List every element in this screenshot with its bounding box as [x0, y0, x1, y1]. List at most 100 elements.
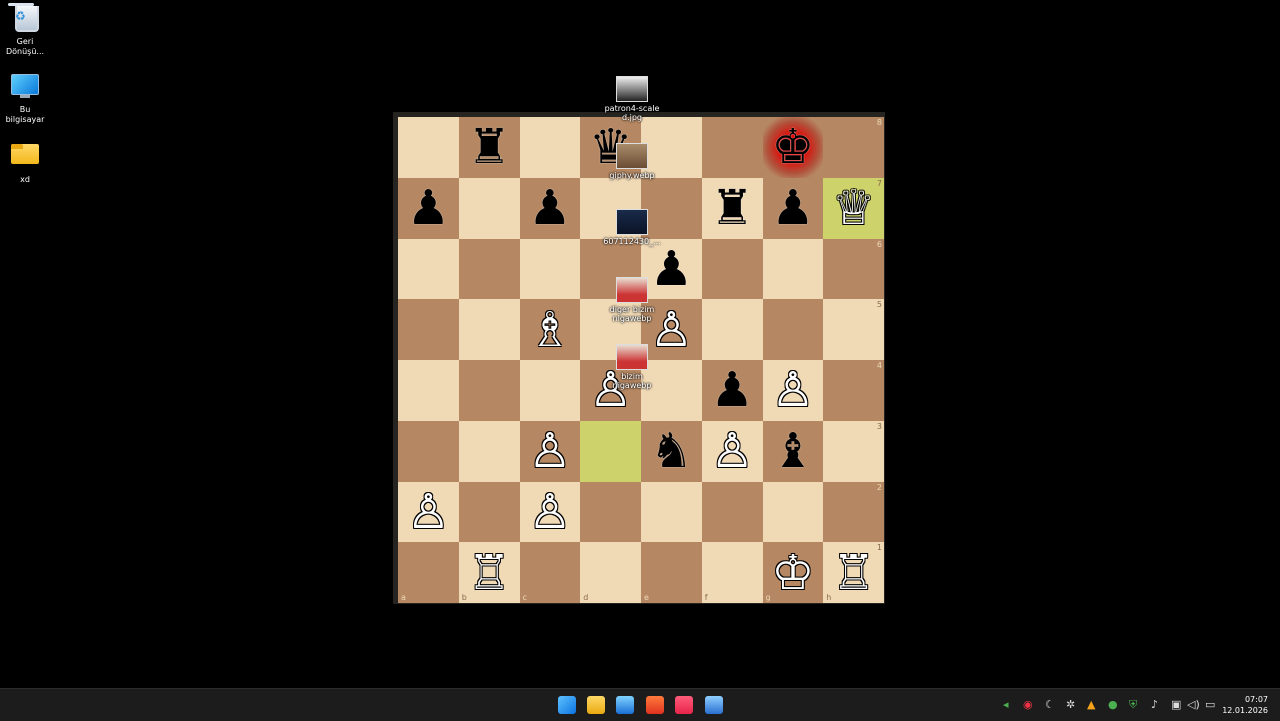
- white-piece-c5[interactable]: ♗: [528, 306, 571, 354]
- square-c8[interactable]: [519, 117, 581, 178]
- taskbar-clock[interactable]: 07:07 12.01.2026: [1222, 694, 1268, 716]
- app-icon[interactable]: [705, 696, 723, 714]
- black-piece-f4[interactable]: ♟: [711, 366, 754, 414]
- square-a3[interactable]: [398, 420, 459, 482]
- white-piece-c3[interactable]: ♙: [528, 427, 571, 475]
- black-piece-g8[interactable]: ♚: [771, 123, 814, 171]
- white-piece-f3[interactable]: ♙: [711, 427, 754, 475]
- square-f6[interactable]: [701, 238, 763, 300]
- square-b4[interactable]: [458, 360, 520, 421]
- desktop-icon-this-pc[interactable]: Bu bilgisayar: [0, 74, 50, 125]
- windows-start-icon[interactable]: [558, 696, 576, 714]
- square-c1[interactable]: c: [519, 542, 581, 603]
- volume-icon[interactable]: ◁): [1187, 698, 1200, 711]
- white-piece-g1[interactable]: ♔: [771, 549, 814, 597]
- square-e3[interactable]: ♞: [641, 420, 702, 482]
- file-icon-607112430[interactable]: 607112430_...: [602, 209, 662, 246]
- square-e1[interactable]: e: [641, 542, 702, 603]
- square-g7[interactable]: ♟: [762, 177, 824, 239]
- square-g5[interactable]: [762, 299, 824, 360]
- tray-nvidia-icon[interactable]: ◂: [1003, 698, 1009, 711]
- square-a7[interactable]: ♟: [398, 177, 459, 239]
- square-f5[interactable]: [701, 299, 763, 360]
- square-b5[interactable]: [458, 299, 520, 360]
- microphone-icon[interactable]: ♪: [1151, 698, 1158, 711]
- file-icon-patron[interactable]: patron4-scale d.jpg: [602, 76, 662, 122]
- square-a5[interactable]: [398, 299, 459, 360]
- square-a2[interactable]: ♙: [398, 481, 459, 543]
- square-e2[interactable]: [641, 481, 702, 543]
- black-piece-b8[interactable]: ♜: [468, 123, 511, 171]
- square-b6[interactable]: [458, 238, 520, 300]
- square-c3[interactable]: ♙: [519, 420, 581, 482]
- black-piece-f7[interactable]: ♜: [711, 184, 754, 232]
- black-piece-e3[interactable]: ♞: [650, 427, 693, 475]
- square-g3[interactable]: ♝: [762, 420, 824, 482]
- white-piece-h1[interactable]: ♖: [832, 549, 875, 597]
- square-g8[interactable]: ♚: [762, 117, 824, 178]
- tray-app-icon[interactable]: ◉: [1023, 698, 1033, 711]
- square-c5[interactable]: ♗: [519, 299, 581, 360]
- square-c6[interactable]: [519, 238, 581, 300]
- square-b8[interactable]: ♜: [458, 117, 520, 178]
- square-h5[interactable]: 5: [823, 299, 884, 360]
- square-h7[interactable]: 7 ♕: [823, 177, 884, 239]
- square-d3[interactable]: [580, 420, 641, 482]
- file-icon-bizim[interactable]: bizim nigawebp: [602, 344, 662, 390]
- rank-label: 3: [876, 421, 882, 431]
- square-c2[interactable]: ♙: [519, 481, 581, 543]
- square-g2[interactable]: [762, 481, 824, 543]
- square-g1[interactable]: g ♔: [762, 542, 824, 603]
- tray-app-icon[interactable]: ●: [1108, 698, 1118, 711]
- white-piece-b1[interactable]: ♖: [468, 549, 511, 597]
- file-icon-giphy[interactable]: giphy.webp: [602, 143, 662, 180]
- square-a4[interactable]: [398, 360, 459, 421]
- square-c4[interactable]: [519, 360, 581, 421]
- square-a1[interactable]: a: [398, 542, 459, 603]
- square-h6[interactable]: 6: [823, 238, 884, 300]
- square-h8[interactable]: 8: [823, 117, 884, 178]
- square-a6[interactable]: [398, 238, 459, 300]
- network-icon[interactable]: ▣: [1171, 698, 1181, 711]
- square-b7[interactable]: [458, 177, 520, 239]
- white-piece-h7[interactable]: ♕: [832, 184, 875, 232]
- square-b3[interactable]: [458, 420, 520, 482]
- white-piece-a2[interactable]: ♙: [407, 488, 450, 536]
- square-h3[interactable]: 3: [823, 420, 884, 482]
- desktop-icon-recycle-bin[interactable]: ♻ Geri Dönüşü...: [0, 6, 50, 57]
- square-f4[interactable]: ♟: [701, 360, 763, 421]
- square-h4[interactable]: 4: [823, 360, 884, 421]
- file-explorer-icon[interactable]: [587, 696, 605, 714]
- square-d2[interactable]: [580, 481, 641, 543]
- store-icon[interactable]: [616, 696, 634, 714]
- square-g6[interactable]: [762, 238, 824, 300]
- square-f7[interactable]: ♜: [701, 177, 763, 239]
- tray-security-icon[interactable]: ⛨: [1129, 698, 1137, 712]
- black-piece-g7[interactable]: ♟: [771, 184, 814, 232]
- square-h1[interactable]: 1 h ♖: [823, 542, 884, 603]
- square-d1[interactable]: d: [580, 542, 641, 603]
- tray-settings-icon[interactable]: ✲: [1066, 698, 1075, 711]
- square-f3[interactable]: ♙: [701, 420, 763, 482]
- black-piece-g3[interactable]: ♝: [771, 427, 814, 475]
- white-piece-g4[interactable]: ♙: [771, 366, 814, 414]
- square-g4[interactable]: ♙: [762, 360, 824, 421]
- battery-icon[interactable]: ▭: [1205, 698, 1215, 711]
- square-c7[interactable]: ♟: [519, 177, 581, 239]
- brave-browser-icon[interactable]: [646, 696, 664, 714]
- square-b2[interactable]: [458, 481, 520, 543]
- file-icon-diger-bizim[interactable]: diger bizim nigawebp: [602, 277, 662, 323]
- square-f8[interactable]: [701, 117, 763, 178]
- tray-app-icon[interactable]: ☾: [1045, 698, 1055, 711]
- square-a8[interactable]: [398, 117, 459, 178]
- music-app-icon[interactable]: [675, 696, 693, 714]
- black-piece-c7[interactable]: ♟: [528, 184, 571, 232]
- black-piece-a7[interactable]: ♟: [407, 184, 450, 232]
- white-piece-c2[interactable]: ♙: [528, 488, 571, 536]
- square-f2[interactable]: [701, 481, 763, 543]
- square-f1[interactable]: f: [701, 542, 763, 603]
- desktop-icon-folder-xd[interactable]: xd: [0, 140, 50, 185]
- tray-app-icon[interactable]: ▲: [1087, 698, 1095, 711]
- square-b1[interactable]: b ♖: [458, 542, 520, 603]
- square-h2[interactable]: 2: [823, 481, 884, 543]
